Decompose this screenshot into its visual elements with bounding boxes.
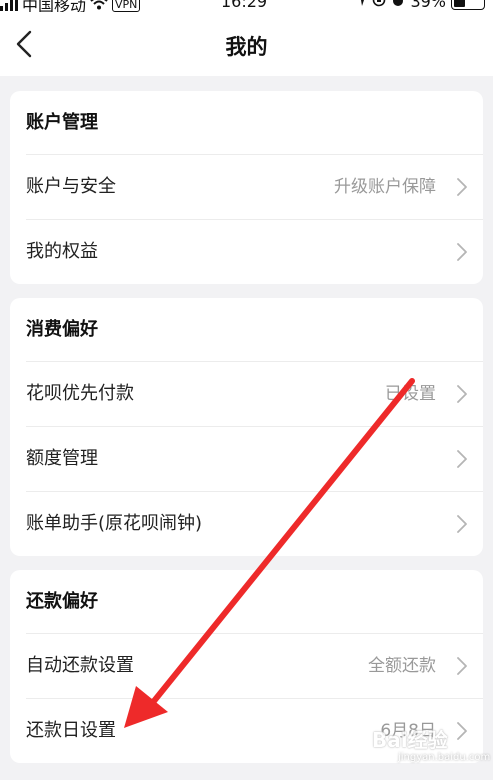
row-auto-repayment-settings[interactable]: 自动还款设置 全额还款 — [26, 633, 483, 698]
section-consumption-preferences: 消费偏好 花呗优先付款 已设置 额度管理 账单助手(原花呗闹钟) — [10, 298, 483, 556]
orientation-lock-icon — [372, 0, 386, 11]
location-icon — [355, 0, 367, 11]
row-label: 我的权益 — [26, 241, 98, 262]
row-value: 全额还款 — [368, 656, 436, 676]
row-value: 已设置 — [385, 384, 436, 404]
section-title: 账户管理 — [26, 112, 98, 133]
signal-icon — [0, 0, 18, 11]
row-label: 账单助手(原花呗闹钟) — [26, 513, 203, 534]
chevron-right-icon — [457, 515, 467, 533]
chevron-right-icon — [457, 385, 467, 403]
row-my-benefits[interactable]: 我的权益 — [26, 219, 483, 284]
row-bill-assistant[interactable]: 账单助手(原花呗闹钟) — [26, 491, 483, 556]
row-huabei-priority-payment[interactable]: 花呗优先付款 已设置 — [26, 361, 483, 426]
section-title: 还款偏好 — [26, 591, 98, 612]
row-value: 升级账户保障 — [334, 177, 436, 197]
section-account-management: 账户管理 账户与安全 升级账户保障 我的权益 — [10, 91, 483, 284]
row-label: 自动还款设置 — [26, 655, 134, 676]
watermark-text: Bai经验 — [372, 728, 448, 752]
nav-bar: 我的 — [0, 12, 493, 76]
status-time: 16:29 — [221, 0, 268, 11]
battery-percent: 39% — [410, 0, 446, 11]
row-credit-limit-management[interactable]: 额度管理 — [26, 426, 483, 491]
row-label: 花呗优先付款 — [26, 383, 134, 404]
carrier-label: 中国移动 — [22, 0, 87, 12]
row-label: 账户与安全 — [26, 176, 116, 197]
chevron-right-icon — [457, 722, 467, 740]
page-title: 我的 — [225, 35, 268, 59]
chevron-right-icon — [457, 657, 467, 675]
alarm-icon — [391, 0, 405, 11]
chevron-right-icon — [457, 243, 467, 261]
row-label: 还款日设置 — [26, 720, 116, 741]
battery-icon — [451, 0, 485, 10]
row-account-security[interactable]: 账户与安全 升级账户保障 — [26, 154, 483, 219]
chevron-right-icon — [457, 178, 467, 196]
watermark-subtext: jingyan.baidu.com — [398, 752, 491, 763]
vpn-badge: VPN — [112, 0, 141, 12]
chevron-right-icon — [457, 450, 467, 468]
row-label: 额度管理 — [26, 448, 98, 469]
status-bar: 中国移动 VPN 16:29 39% — [0, 0, 493, 12]
wifi-icon — [90, 0, 108, 12]
section-title: 消费偏好 — [26, 319, 98, 340]
